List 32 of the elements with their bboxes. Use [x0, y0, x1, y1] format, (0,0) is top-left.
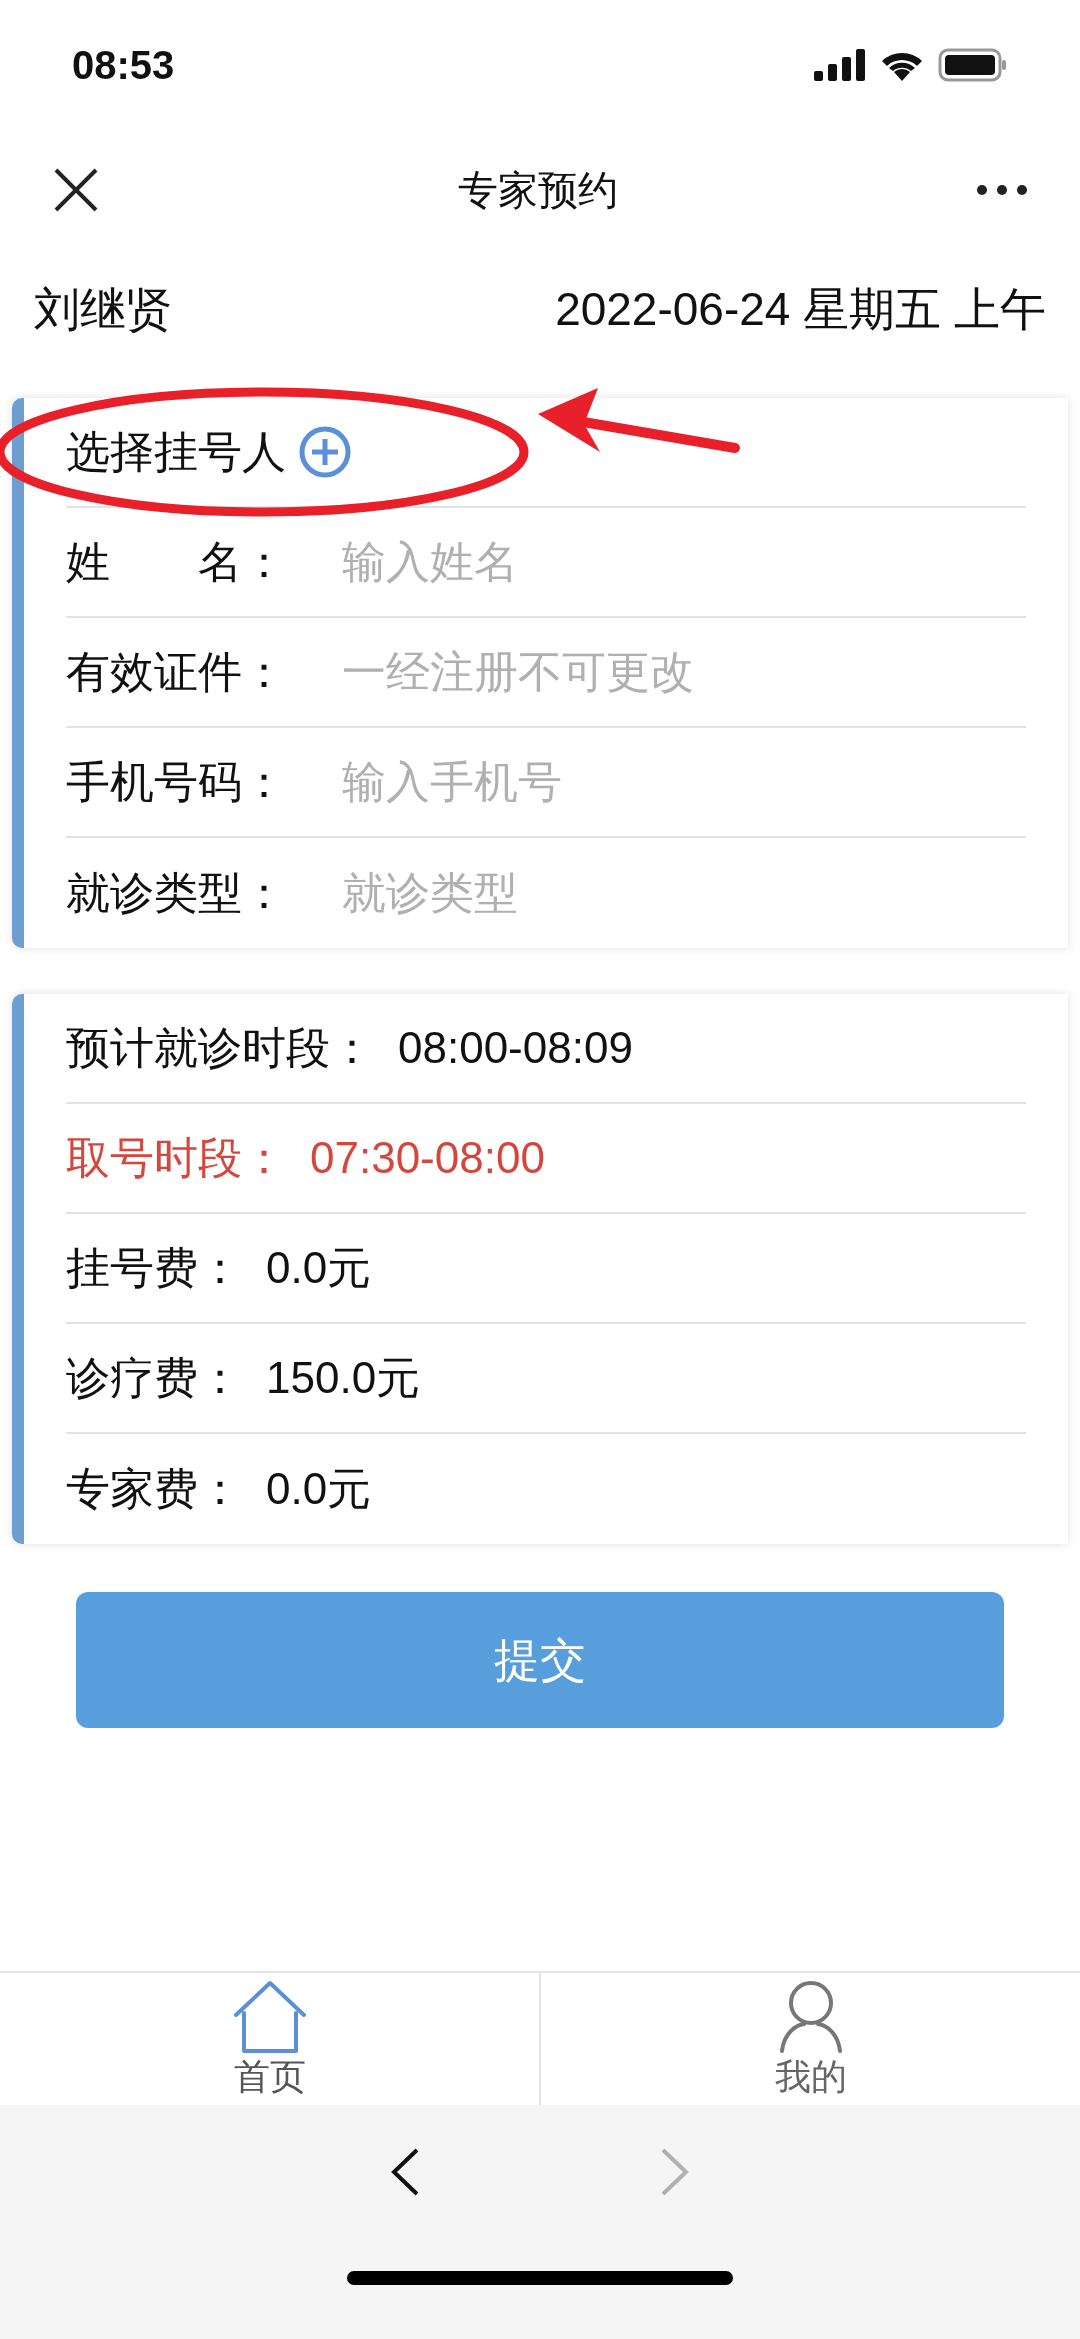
back-icon[interactable] [390, 2147, 420, 2197]
add-icon[interactable] [298, 425, 352, 479]
page-title: 专家预约 [458, 167, 618, 214]
info-label: 取号时段： [66, 1132, 286, 1184]
info-value: 150.0元 [266, 1352, 421, 1404]
info-label: 挂号费： [66, 1242, 242, 1294]
select-patient-label[interactable]: 选择挂号人 [66, 419, 286, 485]
appointment-date: 2022-06-24 星期五 上午 [555, 281, 1046, 337]
input-field[interactable]: 就诊类型 [342, 853, 1026, 933]
status-time: 08:53 [72, 42, 175, 89]
info-value: 0.0元 [266, 1463, 372, 1515]
person-icon [777, 1979, 844, 2055]
battery-icon [938, 48, 1008, 82]
input-field[interactable]: 输入姓名 [342, 522, 1026, 602]
signal-icon [814, 49, 866, 81]
field-label: 有效证件： [66, 646, 287, 698]
input-field[interactable]: 输入手机号 [342, 742, 1026, 822]
field-label: 就诊类型： [66, 867, 287, 919]
doctor-name: 刘继贤 [34, 281, 172, 337]
tab-item[interactable]: 首页 [0, 1973, 539, 2105]
more-icon[interactable] [976, 184, 1028, 196]
info-value: 07:30-08:00 [310, 1132, 545, 1184]
close-icon[interactable] [52, 166, 100, 214]
field-label: 手机号码： [66, 756, 287, 808]
info-label: 诊疗费： [66, 1352, 242, 1404]
info-label: 预计就诊时段： [66, 1022, 374, 1074]
info-label: 专家费： [66, 1463, 242, 1515]
home-icon [231, 1979, 308, 2055]
field-label: 姓 名： [66, 536, 287, 588]
info-value: 0.0元 [266, 1242, 372, 1294]
input-field[interactable]: 一经注册不可更改 [342, 632, 1026, 712]
info-value: 08:00-08:09 [398, 1022, 633, 1074]
